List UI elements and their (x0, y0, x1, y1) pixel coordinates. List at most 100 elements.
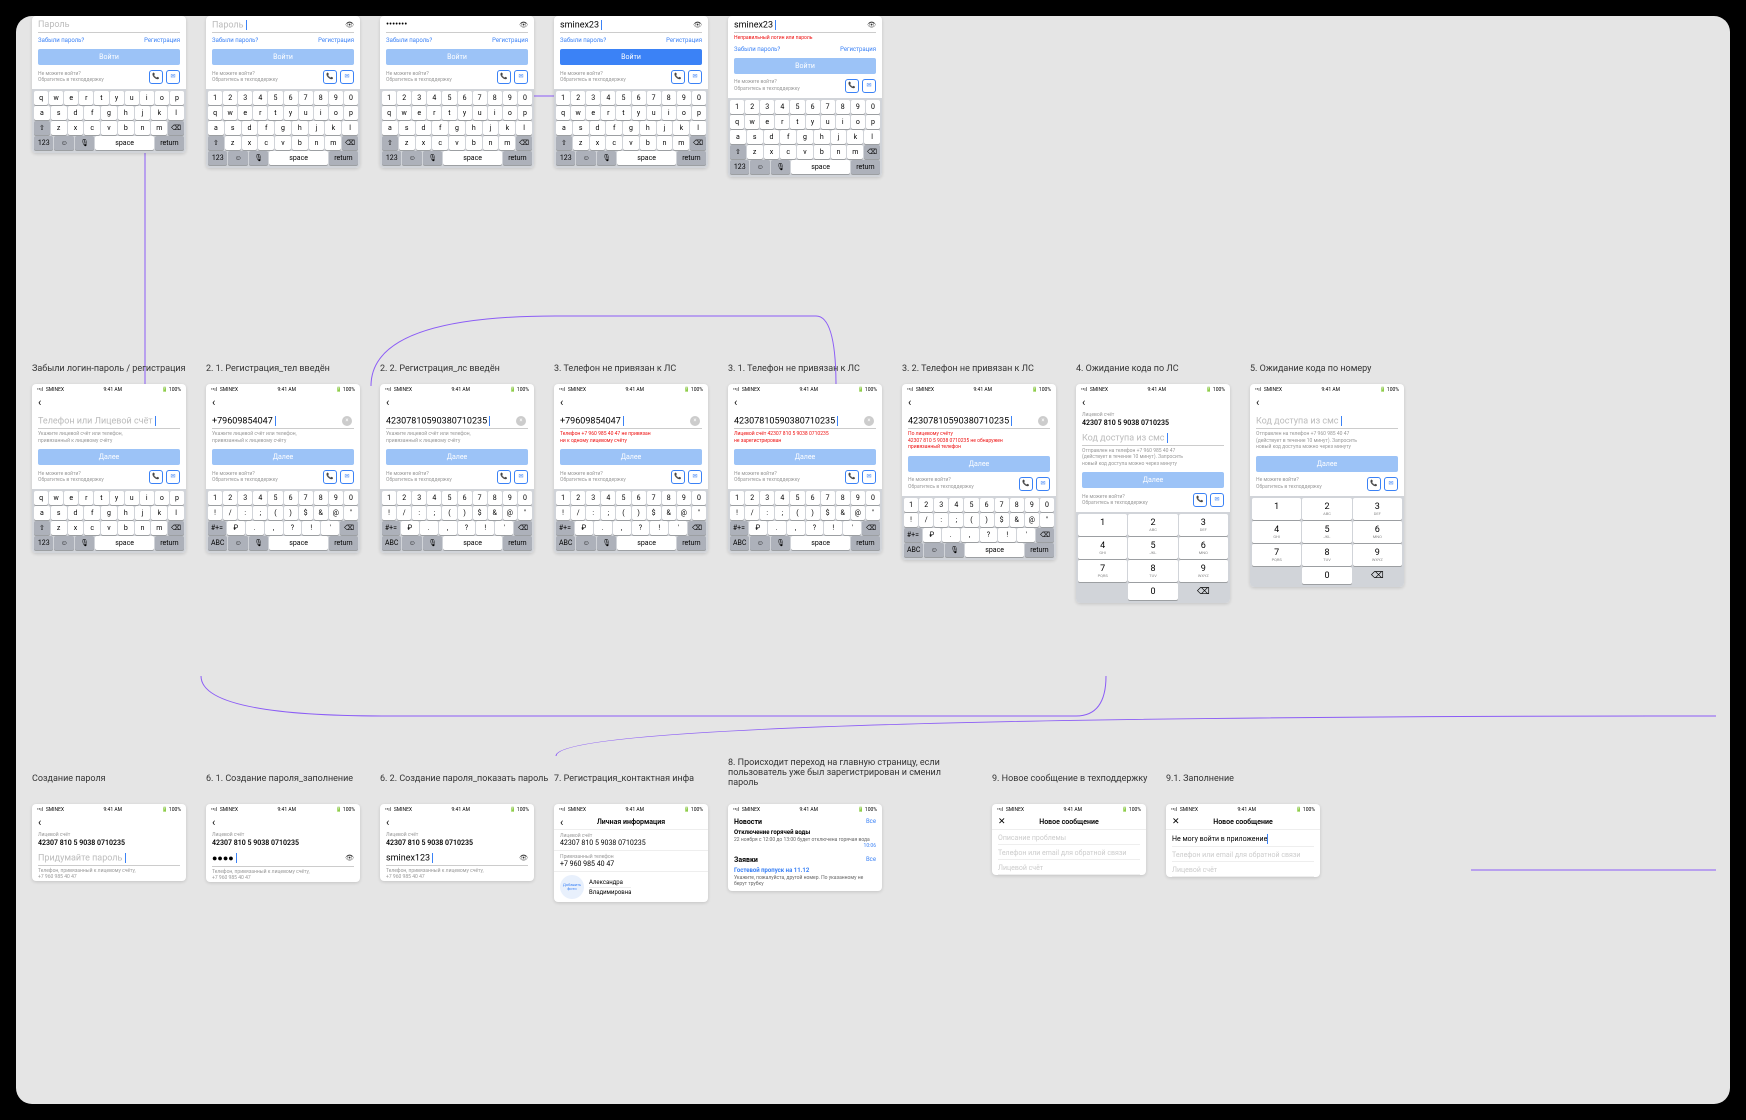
numpad[interactable]: 12ABC3DEF4GHI5JKL6MNO7PQRS8TUV9WXYZ​0⌫ (1076, 512, 1230, 603)
phone-icon[interactable]: 📞 (1019, 477, 1033, 491)
password-input[interactable]: Придумайте пароль (38, 853, 180, 866)
login-button[interactable]: Войти (386, 49, 528, 65)
back-button[interactable]: ‹ (206, 815, 360, 830)
back-button[interactable]: ‹ (380, 395, 534, 410)
phone-icon[interactable]: 📞 (149, 470, 163, 484)
password-input[interactable]: ●●●● 👁 (212, 853, 354, 867)
account-field[interactable]: Лицевой счёт (998, 864, 1140, 875)
back-button[interactable]: ‹ (380, 815, 534, 830)
password-field[interactable]: sminex23 👁 (560, 20, 702, 33)
back-button[interactable]: ‹ (1250, 395, 1404, 410)
register-link[interactable]: Регистрация (144, 37, 180, 44)
mail-icon[interactable]: ✉ (1384, 477, 1398, 491)
main-input[interactable]: Код доступа из смс (1256, 416, 1398, 429)
keyboard[interactable]: 1234567890qwertyuiopasdfghjkl⇧zxcvbnm⌫12… (554, 89, 708, 168)
mail-icon[interactable]: ✉ (514, 70, 528, 84)
back-button[interactable]: ‹ (554, 395, 708, 410)
mail-icon[interactable]: ✉ (1036, 477, 1050, 491)
keyboard[interactable]: 1234567890qwertyuiopasdfghjkl⇧zxcvbnm⌫12… (728, 98, 882, 177)
problem-field[interactable]: Описание проблемы (998, 834, 1140, 845)
phone-icon[interactable]: 📞 (845, 470, 859, 484)
back-button[interactable]: ‹ (728, 395, 882, 410)
back-button[interactable]: ‹ (206, 395, 360, 410)
mail-icon[interactable]: ✉ (340, 70, 354, 84)
phone-icon[interactable]: 📞 (497, 70, 511, 84)
next-button[interactable]: Далее (386, 449, 528, 465)
all-link[interactable]: Все (866, 856, 876, 864)
register-link[interactable]: Регистрация (318, 37, 354, 44)
back-button[interactable]: ‹ (32, 395, 186, 410)
main-input[interactable]: +79609854047 × (560, 416, 702, 429)
back-button[interactable]: ‹ (560, 816, 563, 829)
contact-field[interactable]: Телефон или email для обратной связи (1172, 851, 1314, 862)
main-input[interactable]: Телефон или Лицевой счёт (38, 416, 180, 429)
contact-field[interactable]: Телефон или email для обратной связи (998, 849, 1140, 860)
main-input[interactable]: +79609854047 × (212, 416, 354, 429)
clear-icon[interactable]: × (1038, 416, 1048, 426)
password-field[interactable]: Пароль 👁 (212, 20, 354, 33)
account-field[interactable]: Лицевой счёт (1172, 866, 1314, 877)
phone-icon[interactable]: 📞 (497, 470, 511, 484)
password-field[interactable]: sminex23 👁 (734, 20, 876, 33)
mail-icon[interactable]: ✉ (1210, 493, 1224, 507)
keyboard[interactable]: 1234567890!/:;()$&@"#+=₽.,?!'⌫ABC☺🎙space… (554, 489, 708, 553)
all-link[interactable]: Все (866, 818, 876, 826)
keyboard[interactable]: 1234567890qwertyuiopasdfghjkl⇧zxcvbnm⌫12… (206, 89, 360, 168)
back-button[interactable]: ‹ (1076, 395, 1230, 410)
register-link[interactable]: Регистрация (840, 46, 876, 53)
mail-icon[interactable]: ✉ (862, 79, 876, 93)
keyboard[interactable]: 1234567890!/:;()$&@"#+=₽.,?!'⌫ABC☺🎙space… (728, 489, 882, 553)
next-button[interactable]: Далее (212, 449, 354, 465)
main-input[interactable]: 42307810590380710235 × (908, 416, 1050, 429)
eye-icon[interactable]: 👁 (693, 21, 702, 29)
phone-icon[interactable]: 📞 (1193, 493, 1207, 507)
password-field[interactable]: ••••••• 👁 (386, 20, 528, 33)
forgot-link[interactable]: Забыли пароль? (560, 37, 606, 44)
mail-icon[interactable]: ✉ (166, 470, 180, 484)
close-icon[interactable]: ✕ (998, 817, 1006, 827)
eye-icon[interactable]: 👁 (867, 21, 876, 29)
forgot-link[interactable]: Забыли пароль? (212, 37, 258, 44)
eye-icon[interactable]: 👁 (519, 21, 528, 29)
keyboard[interactable]: 1234567890qwertyuiopasdfghjkl⇧zxcvbnm⌫12… (380, 89, 534, 168)
phone-icon[interactable]: 📞 (845, 79, 859, 93)
next-button[interactable]: Далее (1256, 456, 1398, 472)
phone-icon[interactable]: 📞 (1367, 477, 1381, 491)
phone-icon[interactable]: 📞 (671, 470, 685, 484)
close-icon[interactable]: ✕ (1172, 817, 1180, 827)
clear-icon[interactable]: × (516, 416, 526, 426)
problem-field[interactable]: Не могу войти в приложение (1172, 834, 1314, 847)
clear-icon[interactable]: × (690, 416, 700, 426)
eye-icon[interactable]: 👁 (345, 21, 354, 29)
login-button[interactable]: Войти (734, 58, 876, 74)
main-input[interactable]: Код доступа из смс (1082, 433, 1224, 446)
next-button[interactable]: Далее (734, 449, 876, 465)
mail-icon[interactable]: ✉ (166, 70, 180, 84)
password-field[interactable]: Пароль (38, 20, 180, 33)
mail-icon[interactable]: ✉ (340, 470, 354, 484)
clear-icon[interactable]: × (342, 416, 352, 426)
keyboard[interactable]: 1234567890!/:;()$&@"#+=₽.,?!'⌫ABC☺🎙space… (380, 489, 534, 553)
eye-icon[interactable]: 👁 (519, 854, 528, 862)
mail-icon[interactable]: ✉ (688, 70, 702, 84)
numpad[interactable]: 12ABC3DEF4GHI5JKL6MNO7PQRS8TUV9WXYZ​0⌫ (1250, 496, 1404, 587)
login-button[interactable]: Войти (560, 49, 702, 65)
keyboard[interactable]: 1234567890!/:;()$&@"#+=₽.,?!'⌫ABC☺🎙space… (902, 496, 1056, 560)
main-input[interactable]: 42307810590380710235 × (386, 416, 528, 429)
login-button[interactable]: Войти (212, 49, 354, 65)
mail-icon[interactable]: ✉ (862, 470, 876, 484)
next-button[interactable]: Далее (1082, 472, 1224, 488)
forgot-link[interactable]: Забыли пароль? (734, 46, 780, 53)
forgot-link[interactable]: Забыли пароль? (386, 37, 432, 44)
phone-icon[interactable]: 📞 (323, 70, 337, 84)
avatar-add[interactable]: Добавитьфото (560, 875, 584, 899)
login-button[interactable]: Войти (38, 49, 180, 65)
keyboard[interactable]: 1234567890!/:;()$&@"#+=₽.,?!'⌫ABC☺🎙space… (206, 489, 360, 553)
phone-icon[interactable]: 📞 (323, 470, 337, 484)
next-button[interactable]: Далее (38, 449, 180, 465)
clear-icon[interactable]: × (864, 416, 874, 426)
keyboard[interactable]: qwertyuiopasdfghjkl⇧zxcvbnm⌫123☺🎙spacere… (32, 89, 186, 153)
keyboard[interactable]: qwertyuiopasdfghjkl⇧zxcvbnm⌫123☺🎙spacere… (32, 489, 186, 553)
register-link[interactable]: Регистрация (666, 37, 702, 44)
phone-icon[interactable]: 📞 (149, 70, 163, 84)
